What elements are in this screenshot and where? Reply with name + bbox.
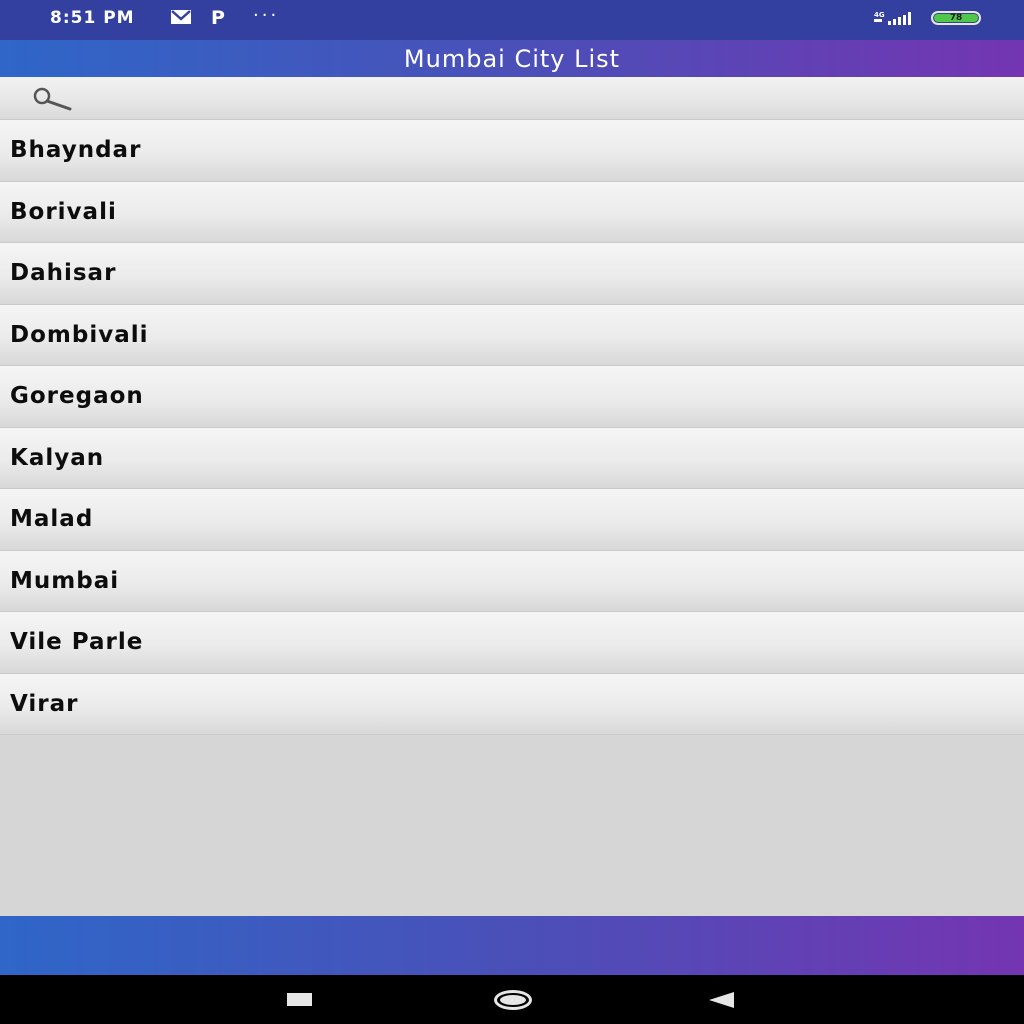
city-list-item[interactable]: Borivali — [0, 181, 1024, 243]
mail-icon — [170, 9, 192, 29]
search-input[interactable] — [82, 83, 1006, 115]
city-list-item[interactable]: Vile Parle — [0, 612, 1024, 674]
city-label: Borivali — [10, 198, 117, 225]
city-list-item[interactable]: Mumbai — [0, 550, 1024, 612]
city-list: Bhayndar Borivali Dahisar Dombivali Goregaon… — [0, 120, 1024, 735]
city-list-item[interactable]: Goregaon — [0, 366, 1024, 428]
city-list-item[interactable]: Dahisar — [0, 243, 1024, 305]
city-list-item[interactable]: Kalyan — [0, 427, 1024, 489]
city-label: Malad — [10, 506, 94, 532]
more-dots-icon: ··· — [253, 5, 280, 26]
status-bar: 8:51 PM P ··· 4G 78 — [0, 0, 1024, 40]
bottom-bar — [0, 916, 1024, 975]
back-icon[interactable] — [709, 992, 734, 1008]
city-label: Bhayndar — [10, 137, 142, 163]
city-list-item[interactable]: Dombivali — [0, 304, 1024, 366]
city-list-item[interactable]: Bhayndar — [0, 120, 1024, 182]
p-icon: P — [211, 7, 225, 29]
city-label: Kalyan — [10, 444, 105, 471]
search-icon[interactable] — [32, 87, 72, 115]
city-list-item[interactable]: Virar — [0, 673, 1024, 735]
status-time: 8:51 PM — [50, 8, 135, 28]
page-title: Mumbai City List — [403, 45, 621, 73]
city-list-item[interactable]: Malad — [0, 489, 1024, 551]
city-label: Vile Parle — [10, 629, 144, 655]
city-label: Dombivali — [10, 321, 149, 348]
home-icon[interactable] — [494, 990, 532, 1010]
city-label: Mumbai — [10, 567, 120, 594]
city-label: Dahisar — [10, 260, 117, 286]
signal-4g-icon: 4G — [872, 10, 918, 30]
battery-icon: 78 — [931, 11, 981, 25]
system-nav-bar — [0, 975, 1024, 1024]
search-bar[interactable] — [0, 77, 1024, 120]
network-label: 4G — [874, 11, 885, 19]
app-bar: Mumbai City List — [0, 40, 1024, 77]
city-label: Goregaon — [10, 383, 144, 409]
city-label: Virar — [10, 690, 79, 717]
battery-level: 78 — [934, 14, 978, 23]
recent-apps-icon[interactable] — [287, 993, 312, 1006]
